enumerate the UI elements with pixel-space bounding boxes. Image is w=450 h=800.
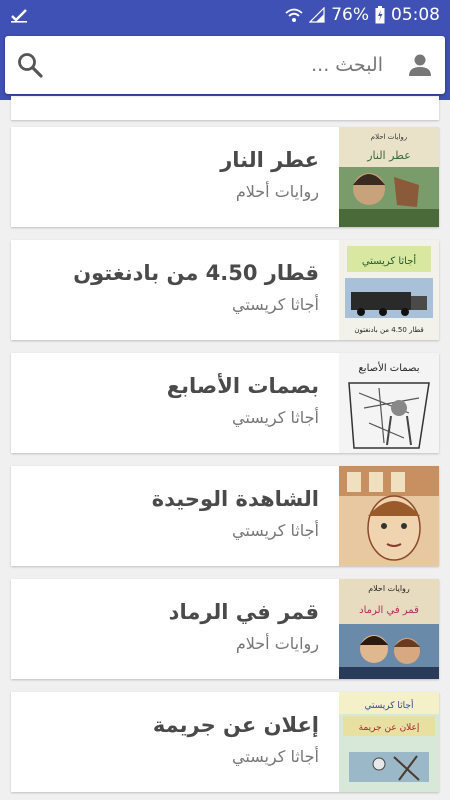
book-info: قمر في الرماد روايات أحلام (29, 597, 319, 657)
book-cover: أجاثا كريستي إعلان عن جريمة (339, 692, 439, 792)
svg-text:إعلان عن جريمة: إعلان عن جريمة (359, 723, 420, 733)
book-info: عطر النار روايات أحلام (29, 145, 319, 205)
book-cover: روايات احلام عطر النار (339, 127, 439, 227)
svg-text:بصمات الأصابع: بصمات الأصابع (358, 361, 419, 374)
person-icon[interactable] (393, 45, 433, 85)
book-cover: روايات احلام قمر في الرماد (339, 579, 439, 679)
book-info: قطار 4.50 من بادنغتون أجاثا كريستي (29, 258, 319, 318)
book-title: الشاهدة الوحيدة (151, 487, 319, 511)
book-author: أجاثا كريستي (232, 747, 319, 766)
book-author: روايات أحلام (235, 634, 319, 653)
book-title: قمر في الرماد (168, 600, 319, 624)
book-cover (339, 466, 439, 566)
book-info: إعلان عن جريمة أجاثا كريستي (29, 710, 319, 770)
book-info: الشاهدة الوحيدة أجاثا كريستي (29, 484, 319, 544)
battery-percentage: 76% (331, 5, 369, 25)
book-title: قطار 4.50 من بادنغتون (73, 261, 319, 285)
book-cover: أجاثا كريستي قطار 4.50 من بادنغتون (339, 240, 439, 340)
battery-charging-icon (375, 6, 385, 24)
svg-text:أجاثا كريستي: أجاثا كريستي (362, 254, 417, 267)
book-author: أجاثا كريستي (232, 521, 319, 540)
svg-text:روايات احلام: روايات احلام (371, 133, 407, 141)
book-author: روايات أحلام (235, 182, 319, 201)
book-card[interactable]: عطر النار روايات أحلام روايات احلام عطر … (11, 127, 439, 227)
wifi-icon (285, 7, 303, 23)
book-author: أجاثا كريستي (232, 295, 319, 314)
book-card[interactable]: إعلان عن جريمة أجاثا كريستي أجاثا كريستي… (11, 692, 439, 792)
book-title: إعلان عن جريمة (152, 713, 319, 737)
book-card[interactable]: بصمات الأصابع أجاثا كريستي بصمات الأصابع (11, 353, 439, 453)
partial-book-card[interactable] (11, 96, 439, 120)
svg-text:روايات احلام: روايات احلام (368, 584, 410, 593)
book-author: أجاثا كريستي (232, 408, 319, 427)
book-card[interactable]: قمر في الرماد روايات أحلام روايات احلام … (11, 579, 439, 679)
book-info: بصمات الأصابع أجاثا كريستي (29, 371, 319, 431)
clock-time: 05:08 (391, 5, 440, 25)
search-icon[interactable] (17, 45, 57, 85)
checkmark-notification-icon (10, 7, 28, 23)
svg-text:أجاثا كريستي: أجاثا كريستي (365, 699, 414, 711)
search-bar (5, 36, 445, 94)
svg-text:قمر في الرماد: قمر في الرماد (359, 605, 419, 616)
book-title: بصمات الأصابع (166, 374, 319, 398)
svg-text:قطار 4.50 من بادنغتون: قطار 4.50 من بادنغتون (354, 326, 423, 334)
status-bar: 76% 05:08 (0, 0, 450, 30)
book-card[interactable]: قطار 4.50 من بادنغتون أجاثا كريستي أجاثا… (11, 240, 439, 340)
signal-icon (309, 7, 325, 23)
search-input[interactable] (57, 54, 393, 76)
book-title: عطر النار (220, 148, 319, 172)
book-cover: بصمات الأصابع (339, 353, 439, 453)
svg-text:عطر النار: عطر النار (366, 149, 411, 162)
book-list: عطر النار روايات أحلام روايات احلام عطر … (0, 96, 450, 800)
book-card[interactable]: الشاهدة الوحيدة أجاثا كريستي (11, 466, 439, 566)
